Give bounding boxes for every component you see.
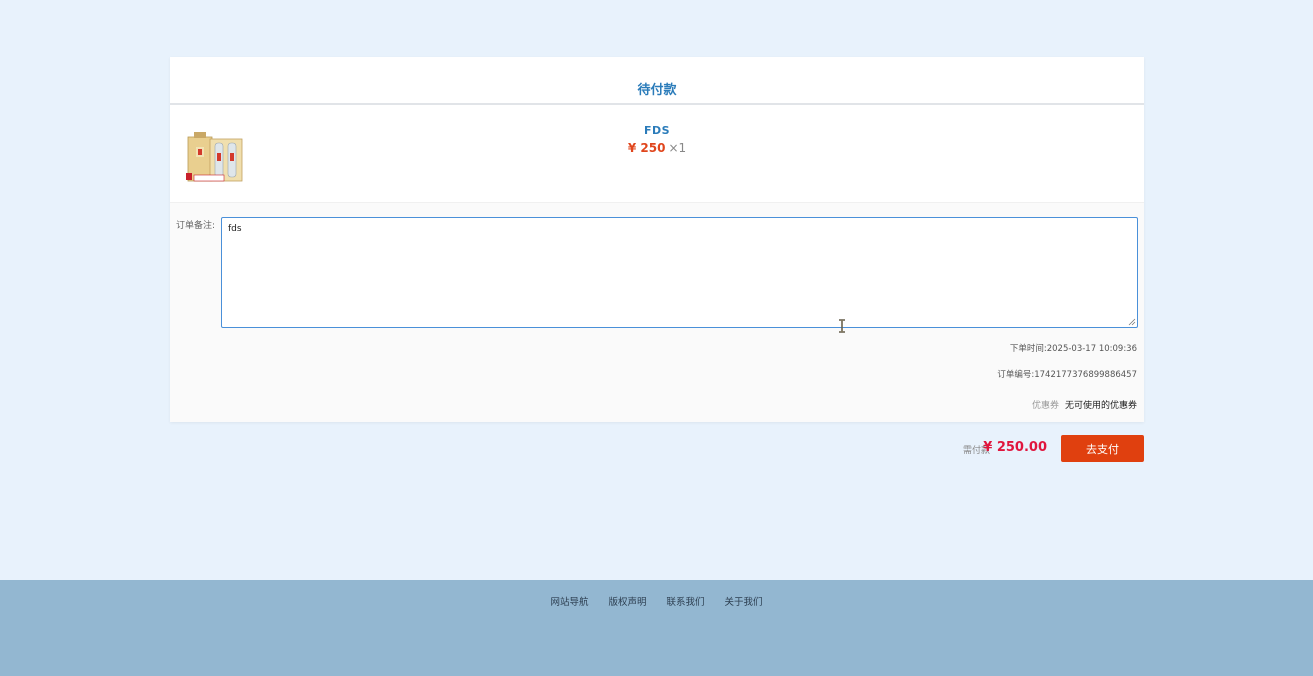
footer-link-copyright[interactable]: 版权声明 (608, 594, 646, 608)
order-details: 订单备注: fds 下单时间:2025-03-17 10:09:36 订单编号:… (170, 203, 1144, 422)
order-time: 下单时间:2025-03-17 10:09:36 (1009, 344, 1137, 354)
order-card: 待付款 FDS ¥ 250 ×1 订单备注: fds 下单时间:2025-03-… (170, 57, 1144, 422)
product-price-line: ¥ 250 ×1 (170, 141, 1144, 155)
order-number: 订单编号:1742177376899886457 (997, 370, 1137, 380)
product-name[interactable]: FDS (170, 124, 1144, 137)
order-header: 待付款 (170, 57, 1144, 105)
remark-textarea[interactable]: fds (221, 217, 1138, 328)
site-footer: 网站导航 版权声明 联系我们 关于我们 (0, 580, 1313, 676)
product-info: FDS ¥ 250 ×1 (170, 124, 1144, 155)
product-row: FDS ¥ 250 ×1 (170, 105, 1144, 203)
checkout-page: 待付款 FDS ¥ 250 ×1 订单备注: fds 下单时间:2025-03-… (0, 0, 1313, 676)
footer-link-contact[interactable]: 联系我们 (667, 594, 705, 608)
footer-link-about[interactable]: 关于我们 (725, 594, 763, 608)
resize-grip-icon[interactable] (1127, 317, 1136, 326)
coupon-value[interactable]: 无可使用的优惠券 (1065, 401, 1137, 411)
pay-button[interactable]: 去支付 (1061, 435, 1144, 462)
amount-due-value: ¥ 250.00 (983, 440, 1047, 455)
footer-link-site-nav[interactable]: 网站导航 (550, 594, 588, 608)
text-cursor-icon (839, 319, 845, 333)
product-price: ¥ 250 (627, 141, 666, 155)
product-quantity: ×1 (668, 141, 687, 155)
coupon-label: 优惠券 (1031, 401, 1059, 411)
footer-links: 网站导航 版权声明 联系我们 关于我们 (0, 580, 1313, 608)
remark-label: 订单备注: (176, 221, 216, 231)
coupon-row: 优惠券 无可使用的优惠券 (1032, 398, 1137, 411)
payment-bar: 需付款 ¥ 250.00 去支付 (900, 435, 1144, 463)
order-status-title: 待付款 (637, 82, 677, 98)
